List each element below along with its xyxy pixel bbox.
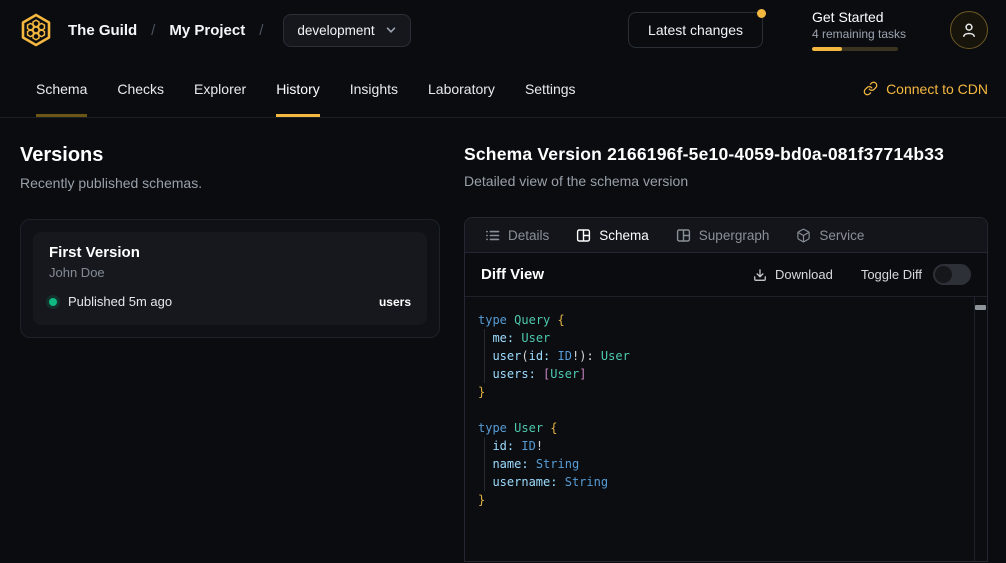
- code-content: type Query { me: User user(id: ID!): Use…: [465, 297, 987, 509]
- columns-icon: [676, 228, 691, 243]
- person-icon: [960, 21, 978, 39]
- tab-schema[interactable]: Schema: [576, 228, 649, 243]
- detail-tabstrip: Details Schema: [465, 218, 987, 253]
- list-icon: [485, 228, 500, 243]
- tab-details[interactable]: Details: [485, 228, 549, 243]
- tab-supergraph-label: Supergraph: [699, 228, 770, 243]
- breadcrumb-org[interactable]: The Guild: [68, 22, 137, 39]
- breadcrumb-separator: /: [259, 22, 263, 39]
- published-status-dot: [49, 298, 57, 306]
- top-header: The Guild / My Project / development Lat…: [0, 0, 1006, 60]
- version-detail-column: Schema Version 2166196f-5e10-4059-bd0a-0…: [464, 144, 988, 562]
- target-selector-value: development: [297, 23, 374, 38]
- version-list-item[interactable]: First Version John Doe Published 5m ago …: [33, 232, 427, 325]
- schema-code-viewer: type Query { me: User user(id: ID!): Use…: [465, 297, 987, 561]
- schema-version-subtitle: Detailed view of the schema version: [464, 173, 988, 189]
- connect-to-cdn-label: Connect to CDN: [886, 81, 988, 97]
- download-button[interactable]: Download: [753, 267, 833, 282]
- toggle-diff-knob: [935, 266, 952, 283]
- chevron-down-icon: [385, 24, 397, 36]
- get-started-widget[interactable]: Get Started 4 remaining tasks: [812, 9, 900, 51]
- get-started-progressbar: [812, 47, 898, 51]
- download-icon: [753, 268, 767, 282]
- version-meta-row: Published 5m ago users: [49, 294, 411, 309]
- diff-view-toolbar: Diff View Download Toggle Diff: [465, 253, 987, 297]
- progress-fill: [812, 47, 842, 51]
- tab-supergraph[interactable]: Supergraph: [676, 228, 770, 243]
- version-title: First Version: [49, 244, 411, 261]
- cube-icon: [796, 228, 811, 243]
- version-author: John Doe: [49, 265, 411, 280]
- tab-details-label: Details: [508, 228, 549, 243]
- nav-tab-settings[interactable]: Settings: [525, 60, 576, 117]
- connect-to-cdn-link[interactable]: Connect to CDN: [863, 60, 988, 117]
- get-started-title: Get Started: [812, 9, 900, 25]
- indent-guide: [484, 329, 485, 383]
- nav-tab-list: Schema Checks Explorer History Insights …: [36, 60, 576, 117]
- nav-tab-schema[interactable]: Schema: [36, 60, 87, 117]
- nav-tab-checks[interactable]: Checks: [117, 60, 164, 117]
- notification-dot: [757, 9, 766, 18]
- main-nav: Schema Checks Explorer History Insights …: [0, 60, 1006, 118]
- code-scrollbar-track: [974, 297, 987, 561]
- download-label: Download: [775, 267, 833, 282]
- nav-tab-explorer[interactable]: Explorer: [194, 60, 246, 117]
- latest-changes-button[interactable]: Latest changes: [628, 12, 763, 48]
- versions-column: Versions Recently published schemas. Fir…: [20, 144, 440, 562]
- tab-service[interactable]: Service: [796, 228, 864, 243]
- schema-version-title: Schema Version 2166196f-5e10-4059-bd0a-0…: [464, 144, 988, 165]
- hive-logo-icon[interactable]: [18, 12, 54, 48]
- main-content: Versions Recently published schemas. Fir…: [0, 118, 1006, 562]
- tab-service-label: Service: [819, 228, 864, 243]
- diff-view-actions: Download Toggle Diff: [753, 264, 971, 285]
- diff-view-title: Diff View: [481, 266, 544, 283]
- indent-guide: [484, 437, 485, 491]
- version-detail-panel: Details Schema: [464, 217, 988, 562]
- latest-changes-label: Latest changes: [648, 22, 743, 38]
- breadcrumb-separator: /: [151, 22, 155, 39]
- toggle-diff-label: Toggle Diff: [861, 267, 922, 282]
- breadcrumb-project[interactable]: My Project: [169, 22, 245, 39]
- service-name-badge: users: [379, 295, 411, 309]
- nav-tab-history[interactable]: History: [276, 60, 320, 117]
- versions-title: Versions: [20, 144, 440, 167]
- nav-tab-laboratory[interactable]: Laboratory: [428, 60, 495, 117]
- columns-icon: [576, 228, 591, 243]
- target-selector[interactable]: development: [283, 14, 410, 47]
- toggle-diff-switch[interactable]: [933, 264, 971, 285]
- version-status: Published 5m ago: [68, 294, 172, 309]
- link-icon: [863, 81, 878, 96]
- versions-card: First Version John Doe Published 5m ago …: [20, 219, 440, 338]
- user-avatar-button[interactable]: [950, 11, 988, 49]
- nav-tab-insights[interactable]: Insights: [350, 60, 398, 117]
- versions-subtitle: Recently published schemas.: [20, 175, 440, 191]
- get-started-subtitle: 4 remaining tasks: [812, 27, 900, 41]
- tab-schema-label: Schema: [599, 228, 649, 243]
- code-scrollbar-thumb[interactable]: [975, 305, 986, 310]
